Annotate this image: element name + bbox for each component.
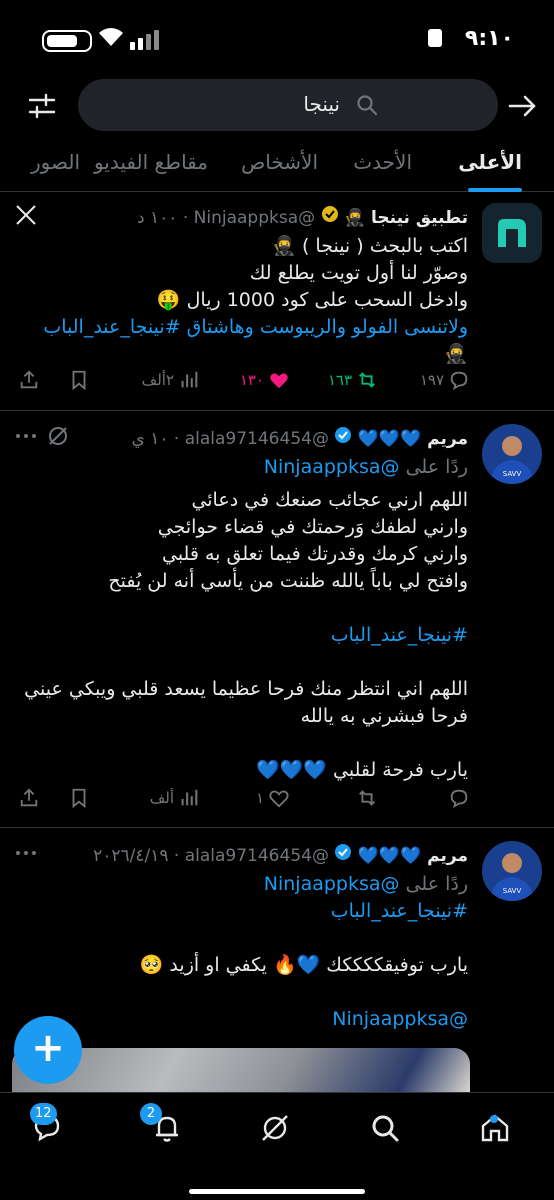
author-handle[interactable]: @alala97146454: [185, 429, 329, 449]
verified-badge-icon: [329, 427, 352, 449]
sim-icon: [428, 29, 442, 47]
avatar[interactable]: SAVV: [482, 424, 542, 484]
reply-to-label: ردًا على: [405, 456, 468, 478]
back-arrow-icon[interactable]: [504, 88, 540, 124]
views-button[interactable]: ٢ألف: [142, 369, 200, 391]
tab-latest[interactable]: الأحدث: [353, 150, 412, 174]
bookmark-button[interactable]: [68, 369, 90, 391]
share-button[interactable]: [18, 787, 40, 809]
svg-text:SAVV: SAVV: [503, 470, 522, 478]
avatar[interactable]: SAVV: [482, 841, 542, 901]
filter-icon[interactable]: [24, 88, 60, 124]
compose-button[interactable]: +: [14, 1016, 82, 1084]
like-button[interactable]: ١٣٠: [240, 369, 290, 391]
search-tabs: الأعلى الأحدث الأشخاص مقاطع الفيديو الصو…: [0, 140, 554, 192]
notifications-badge: 2: [140, 1103, 162, 1125]
post[interactable]: تطبيق نينجا 🥷 @Ninjaappksa · ١٠٠ د اكتب …: [0, 193, 554, 411]
wifi-icon: [98, 26, 124, 54]
author-name[interactable]: مريم 💙💙💙: [358, 846, 468, 866]
svg-text:SAVV: SAVV: [503, 887, 522, 895]
active-tab-indicator: [468, 188, 522, 192]
search-icon: [356, 94, 378, 116]
post-time: ١٠٠ د: [137, 208, 178, 228]
post-actions: ١٩٧ ١٦٣ ١٣٠ ٢ألف: [10, 369, 470, 397]
post[interactable]: SAVV مريم 💙💙💙 @alala97146454 · ١٠ ي ردًا…: [0, 412, 554, 828]
post-header: مريم 💙💙💙 @alala97146454 · ١٠ ي: [131, 427, 468, 449]
post-header: مريم 💙💙💙 @alala97146454 · ٢٠٢٦/٤/١٩: [93, 844, 468, 866]
author-name[interactable]: مريم 💙💙💙: [358, 429, 468, 449]
bottom-nav: 12 2: [0, 1092, 554, 1200]
post-header: تطبيق نينجا 🥷 @Ninjaappksa · ١٠٠ د: [137, 206, 468, 228]
search-query: نينجا: [303, 92, 340, 116]
verified-badge-icon: [329, 844, 352, 866]
x-logo-icon[interactable]: [14, 203, 38, 231]
tab-top[interactable]: الأعلى: [458, 150, 522, 174]
more-options-icon[interactable]: [14, 424, 38, 452]
search-input[interactable]: نينجا: [78, 79, 498, 131]
grok-icon[interactable]: [46, 424, 70, 452]
grok-icon[interactable]: [258, 1111, 292, 1145]
repost-button[interactable]: ١٦٣: [328, 369, 378, 391]
battery-icon: [42, 30, 92, 52]
plus-icon: +: [31, 1025, 65, 1071]
tab-videos[interactable]: مقاطع الفيديو: [94, 150, 208, 174]
post-time: ٢٠٢٦/٤/١٩: [93, 846, 169, 866]
reply-button[interactable]: ١٩٧: [420, 369, 470, 391]
post-body: ردًا على @Ninjaappksa #نينجا_عند_الباب ي…: [139, 873, 468, 1030]
repost-button[interactable]: [352, 787, 378, 809]
share-button[interactable]: [18, 369, 40, 391]
reply-to-handle[interactable]: @Ninjaappksa: [264, 456, 400, 478]
author-name[interactable]: تطبيق نينجا 🥷: [344, 208, 468, 228]
status-time: ٩:١٠: [464, 26, 514, 51]
author-handle[interactable]: @alala97146454: [185, 846, 329, 866]
bookmark-button[interactable]: [68, 787, 90, 809]
status-bar: ٩:١٠: [0, 0, 554, 78]
reply-to-label: ردًا على: [405, 873, 468, 895]
reply-button[interactable]: [444, 787, 470, 809]
signal-icon: [130, 28, 164, 50]
post-actions: ١ ألف: [10, 787, 470, 815]
tab-people[interactable]: الأشخاص: [241, 150, 318, 174]
home-indicator: [189, 1189, 365, 1194]
avatar[interactable]: [482, 203, 542, 263]
views-button[interactable]: ألف: [150, 787, 200, 809]
search-header: نينجا: [0, 78, 554, 134]
messages-badge: 12: [30, 1103, 57, 1125]
verified-badge-icon: [315, 206, 338, 228]
like-button[interactable]: ١: [256, 787, 290, 809]
post-body: اكتب بالبحث ( نينجا ) 🥷 وصوّر لنا أول تو…: [43, 235, 468, 365]
tab-photos[interactable]: الصور: [31, 150, 80, 174]
post-body: ردًا على @Ninjaappksa اللهم ارني عجائب ص…: [24, 456, 468, 781]
reply-to-handle[interactable]: @Ninjaappksa: [264, 873, 400, 895]
search-icon[interactable]: [368, 1111, 402, 1145]
home-unread-dot: [490, 1115, 498, 1123]
post-time: ١٠ ي: [131, 429, 169, 449]
author-handle[interactable]: @Ninjaappksa: [194, 208, 315, 228]
more-options-icon[interactable]: [14, 841, 38, 869]
